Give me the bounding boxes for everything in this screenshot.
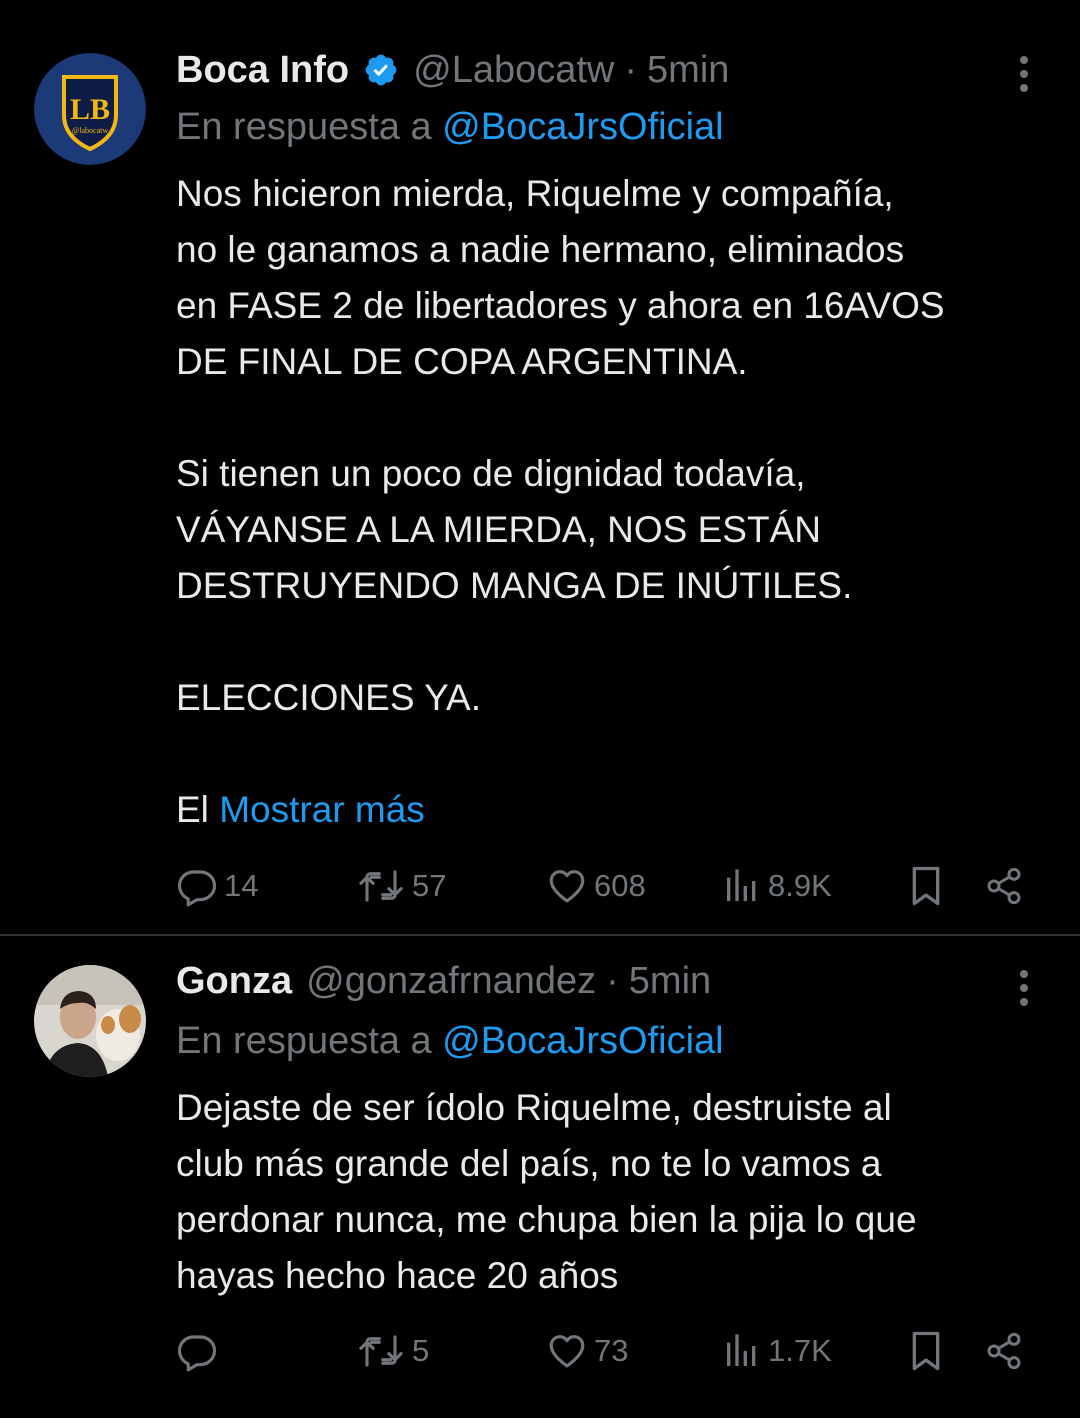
reply-button[interactable]: 14 <box>176 861 258 911</box>
tweet-text: Nos hicieron mierda, Riquelme y compañía… <box>176 173 945 718</box>
reply-context: En respuesta a @BocaJrsOficial <box>176 1020 724 1063</box>
author-name[interactable]: Gonza <box>176 960 292 1003</box>
bookmark-button[interactable] <box>906 1326 946 1376</box>
tweet-text: Dejaste de ser ídolo Riquelme, destruist… <box>176 1087 917 1296</box>
author-name[interactable]: Boca Info <box>176 49 349 92</box>
avatar[interactable]: LB @labocatw <box>34 53 146 165</box>
retweet-button[interactable]: 5 <box>356 1326 429 1376</box>
truncated-text: El <box>176 789 209 830</box>
tweet-actions: 5 73 1.7K <box>0 1326 1080 1376</box>
avatar-logo-subtext: @labocatw <box>72 126 108 135</box>
tweet[interactable]: LB @labocatw Boca Info @Labocatw · 5min … <box>0 0 1080 934</box>
views-icon <box>727 1334 756 1366</box>
like-button[interactable]: 73 <box>546 1326 628 1376</box>
reply-button[interactable] <box>176 1326 224 1376</box>
tweet-actions: 14 57 608 8.9K <box>0 861 1080 911</box>
retweet-button[interactable]: 57 <box>356 861 446 911</box>
reply-mention-link[interactable]: @BocaJrsOficial <box>442 1020 723 1062</box>
more-icon[interactable] <box>1006 966 1042 1010</box>
like-count: 73 <box>594 1333 629 1368</box>
reply-mention-link[interactable]: @BocaJrsOficial <box>442 106 723 148</box>
retweet-icon <box>359 1335 403 1367</box>
share-icon <box>987 1332 1021 1370</box>
show-more-link[interactable]: Mostrar más <box>219 789 425 830</box>
reply-prefix: En respuesta a <box>176 106 432 148</box>
like-count: 608 <box>594 868 646 903</box>
tweet-header: Gonza @gonzafrnandez · 5min <box>176 960 711 1010</box>
more-icon[interactable] <box>1006 52 1042 96</box>
retweet-count: 5 <box>412 1333 430 1368</box>
views-count: 1.7K <box>768 1333 832 1368</box>
reply-context: En respuesta a @BocaJrsOficial <box>176 106 724 149</box>
reply-count: 14 <box>224 868 259 903</box>
timestamp[interactable]: 5min <box>629 960 711 1003</box>
avatar-logo-text: LB <box>70 93 110 126</box>
bookmark-button[interactable] <box>906 861 946 911</box>
views-button[interactable]: 8.9K <box>722 861 832 911</box>
share-button[interactable] <box>984 1326 1024 1376</box>
views-button[interactable]: 1.7K <box>722 1326 832 1376</box>
separator-dot: · <box>606 960 619 1002</box>
retweet-icon <box>359 870 403 902</box>
verified-icon <box>363 52 399 88</box>
share-icon <box>987 867 1021 905</box>
tweet[interactable]: Gonza @gonzafrnandez · 5min En respuesta… <box>0 936 1080 1418</box>
bookmark-icon <box>912 866 940 906</box>
avatar[interactable] <box>34 965 146 1077</box>
author-handle[interactable]: @gonzafrnandez <box>306 960 596 1003</box>
views-icon <box>727 869 756 901</box>
like-button[interactable]: 608 <box>546 861 646 911</box>
reply-prefix: En respuesta a <box>176 1020 432 1062</box>
retweet-count: 57 <box>412 868 447 903</box>
like-icon <box>549 870 585 903</box>
share-button[interactable] <box>984 861 1024 911</box>
reply-icon <box>177 1335 217 1372</box>
separator-dot: · <box>624 49 638 91</box>
bookmark-icon <box>912 1331 940 1371</box>
like-icon <box>549 1335 585 1368</box>
author-handle[interactable]: @Labocatw <box>413 49 614 92</box>
views-count: 8.9K <box>768 868 832 903</box>
reply-icon <box>177 870 217 907</box>
truncated-line: El Mostrar más <box>176 782 425 838</box>
tweet-header: Boca Info @Labocatw · 5min <box>176 46 729 96</box>
timestamp[interactable]: 5min <box>647 49 729 92</box>
